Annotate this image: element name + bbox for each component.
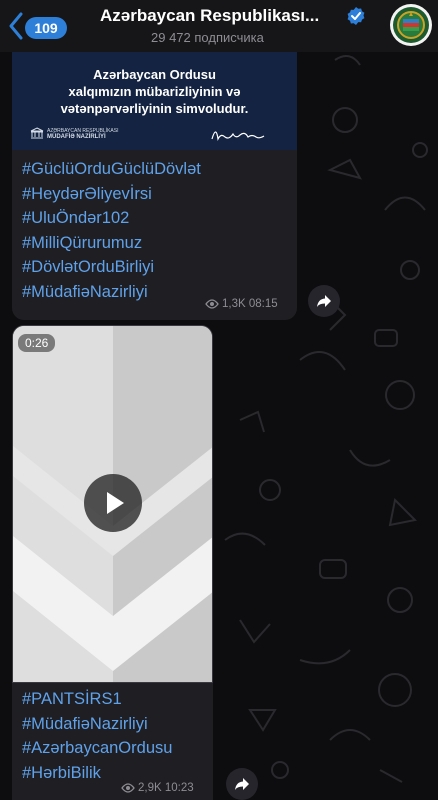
chat-header: 109 Azərbaycan Respublikası... 29 472 по…	[0, 0, 438, 52]
message-time: 08:15	[248, 298, 278, 310]
hashtag-link[interactable]: #MilliQürurumuz	[22, 231, 201, 256]
verified-icon	[347, 7, 365, 25]
hashtag-link[interactable]: #AzərbaycanOrdusu	[22, 736, 172, 761]
image-caption-line: Azərbaycan Ordusu	[93, 67, 216, 82]
message-time: 10:23	[164, 782, 194, 794]
hashtag-link[interactable]: #MüdafiəNazirliyi	[22, 712, 172, 737]
image-caption-line: xalqımızın mübarizliyinin və	[68, 84, 241, 99]
channel-avatar[interactable]	[390, 4, 432, 46]
play-button[interactable]	[84, 474, 142, 532]
signature-icon	[211, 131, 265, 141]
hashtag-link[interactable]: #PANTSİRS1	[22, 687, 172, 712]
message-bubble: Azərbaycan Ordusu xalqımızın mübarizliyi…	[12, 40, 297, 320]
ministry-label: AZƏRBAYCAN RESPUBLİKASI MÜDAFİƏ NAZİRLİY…	[47, 128, 118, 140]
hashtag-link[interactable]: #UluÖndər102	[22, 206, 201, 231]
hashtag-list: #GüclüOrduGüclüDövlət #HeydərƏliyevİrsi …	[22, 157, 201, 304]
image-caption-line: vətənpərvərliyinin simvoludur.	[60, 101, 249, 116]
hashtag-link[interactable]: #DövlətOrduBirliyi	[22, 255, 201, 280]
subscriber-count: 29 472 подписчика	[151, 30, 264, 45]
video-player[interactable]: 0:26	[12, 325, 213, 683]
message-meta: 1,3K 08:15	[205, 298, 278, 310]
share-arrow-icon	[235, 778, 249, 790]
unread-count-badge[interactable]: 109	[25, 17, 67, 39]
play-icon	[107, 492, 124, 514]
share-arrow-icon	[317, 295, 331, 307]
eye-icon	[121, 783, 135, 793]
channel-title[interactable]: Azərbaycan Respublikası...	[100, 6, 348, 26]
hashtag-link[interactable]: #MüdafiəNazirliyi	[22, 280, 201, 305]
ministry-building-icon	[30, 127, 44, 139]
video-duration: 0:26	[18, 334, 56, 352]
view-count: 1,3K	[222, 298, 246, 310]
ministry-label-line: MÜDAFİƏ NAZİRLİYİ	[47, 134, 106, 140]
share-button[interactable]	[308, 285, 340, 317]
message-bubble: 0:26 #PANTSİRS1 #MüdafiəNazirliyi #Azərb…	[12, 325, 213, 800]
eye-icon	[205, 299, 219, 309]
message-image[interactable]: Azərbaycan Ordusu xalqımızın mübarizliyi…	[12, 40, 297, 150]
message-meta: 2,9K 10:23	[121, 782, 194, 794]
back-chevron-icon	[9, 12, 23, 40]
hashtag-link[interactable]: #GüclüOrduGüclüDövlət	[22, 157, 201, 182]
army-emblem-icon	[393, 7, 429, 43]
view-count: 2,9K	[138, 782, 162, 794]
hashtag-list: #PANTSİRS1 #MüdafiəNazirliyi #Azərbaycan…	[22, 687, 172, 785]
share-button[interactable]	[226, 768, 258, 800]
hashtag-link[interactable]: #HeydərƏliyevİrsi	[22, 182, 201, 207]
